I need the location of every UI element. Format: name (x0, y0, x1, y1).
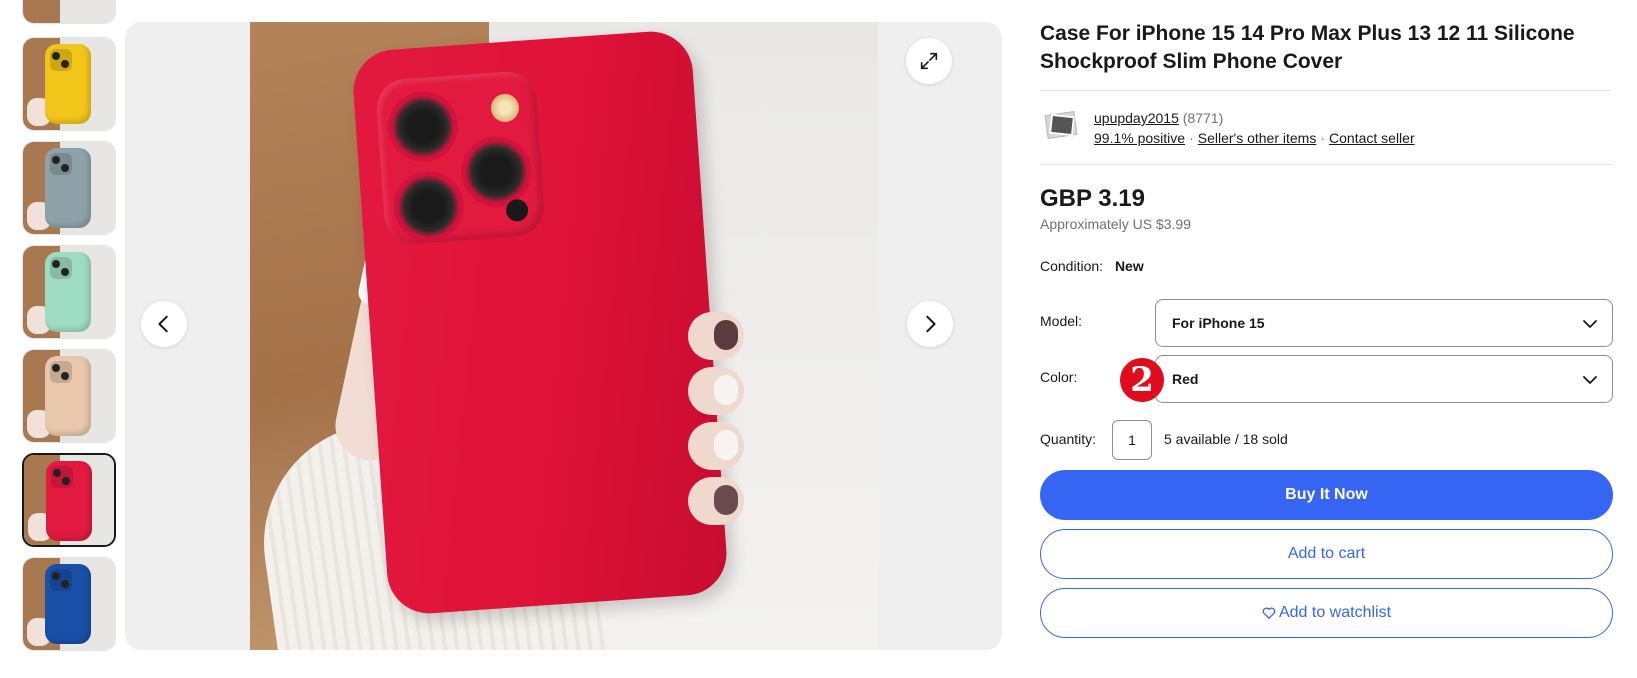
add-to-cart-label: Add to cart (1287, 545, 1366, 562)
red-phone-case (350, 28, 730, 617)
main-image-gallery (125, 22, 1002, 650)
next-image-button[interactable] (907, 301, 953, 347)
add-to-watchlist-label: Add to watchlist (1278, 604, 1392, 621)
contact-seller-link[interactable]: Contact seller (1329, 130, 1415, 146)
condition-value: New (1114, 258, 1144, 274)
thumbnail-image (23, 38, 115, 130)
main-product-image[interactable] (250, 22, 878, 650)
buy-it-now-button[interactable]: Buy It Now (1040, 470, 1613, 520)
thumbnail-tan[interactable] (22, 0, 116, 24)
model-label: Model: (1040, 313, 1083, 329)
chevron-right-icon (926, 315, 936, 333)
product-title: Case For iPhone 15 14 Pro Max Plus 13 12… (1040, 22, 1575, 73)
add-to-cart-button[interactable]: Add to cart (1040, 529, 1613, 579)
price-block: GBP 3.19 Approximately US $3.99 (1040, 165, 1612, 233)
seller-other-items-link[interactable]: Seller's other items (1198, 130, 1317, 146)
approx-price: Approximately US $3.99 (1040, 216, 1191, 232)
condition-row: Condition: New (1040, 256, 1612, 276)
price: GBP 3.19 (1040, 185, 1145, 212)
model-select[interactable]: For iPhone 15 (1155, 299, 1613, 347)
fingers (688, 312, 748, 525)
thumbnail-red-selected[interactable] (22, 453, 116, 547)
seller-avatar-icon (1044, 110, 1078, 140)
condition-label: Condition: (1040, 258, 1104, 274)
seller-positive-link[interactable]: 99.1% positive (1094, 130, 1185, 146)
color-row: Color: Red 2 (1040, 355, 1613, 403)
color-selected-value: Red (1172, 371, 1199, 387)
heart-icon (1262, 607, 1276, 619)
camera-module (374, 69, 546, 246)
chevron-down-icon (1583, 376, 1597, 384)
quantity-input[interactable]: 1 (1112, 420, 1152, 460)
chevron-left-icon (158, 315, 168, 333)
thumbnail-image (23, 142, 115, 234)
color-select[interactable]: Red (1155, 355, 1613, 403)
quantity-label: Quantity: (1040, 431, 1097, 447)
buy-it-now-label: Buy It Now (1285, 486, 1368, 503)
thumbnail-image (24, 455, 114, 545)
model-row: Model: For iPhone 15 (1040, 299, 1613, 347)
add-to-watchlist-button[interactable]: Add to watchlist (1040, 588, 1613, 638)
thumbnail-image (23, 558, 115, 650)
separator: · (1320, 130, 1326, 146)
step-marker-badge: 2 (1120, 358, 1164, 402)
previous-image-button[interactable] (141, 301, 187, 347)
expand-image-button[interactable] (906, 38, 952, 84)
thumbnail-gray[interactable] (22, 141, 116, 235)
seller-feedback-count: (8771) (1182, 110, 1224, 126)
expand-icon (920, 52, 938, 70)
quantity-row: Quantity: 1 5 available / 18 sold (1040, 420, 1612, 460)
separator: · (1189, 130, 1194, 146)
color-label: Color: (1040, 369, 1078, 385)
thumbnail-yellow[interactable] (22, 37, 116, 131)
chevron-down-icon (1583, 320, 1597, 328)
availability-text: 5 available / 18 sold (1164, 431, 1288, 447)
thumbnail-image (23, 246, 115, 338)
thumbnail-beige[interactable] (22, 349, 116, 443)
seller-name-link[interactable]: upupday2015 (1094, 110, 1179, 126)
seller-card: upupday2015 (8771) 99.1% positive · Seller… (1040, 91, 1612, 164)
model-selected-value: For iPhone 15 (1172, 315, 1265, 331)
thumbnail-blue[interactable] (22, 557, 116, 651)
product-info-panel: Case For iPhone 15 14 Pro Max Plus 13 12… (1040, 20, 1613, 460)
thumbnail-mint[interactable] (22, 245, 116, 339)
thumbnail-image (23, 350, 115, 442)
thumbnail-image (23, 0, 115, 23)
thumbnail-strip (20, 0, 116, 654)
